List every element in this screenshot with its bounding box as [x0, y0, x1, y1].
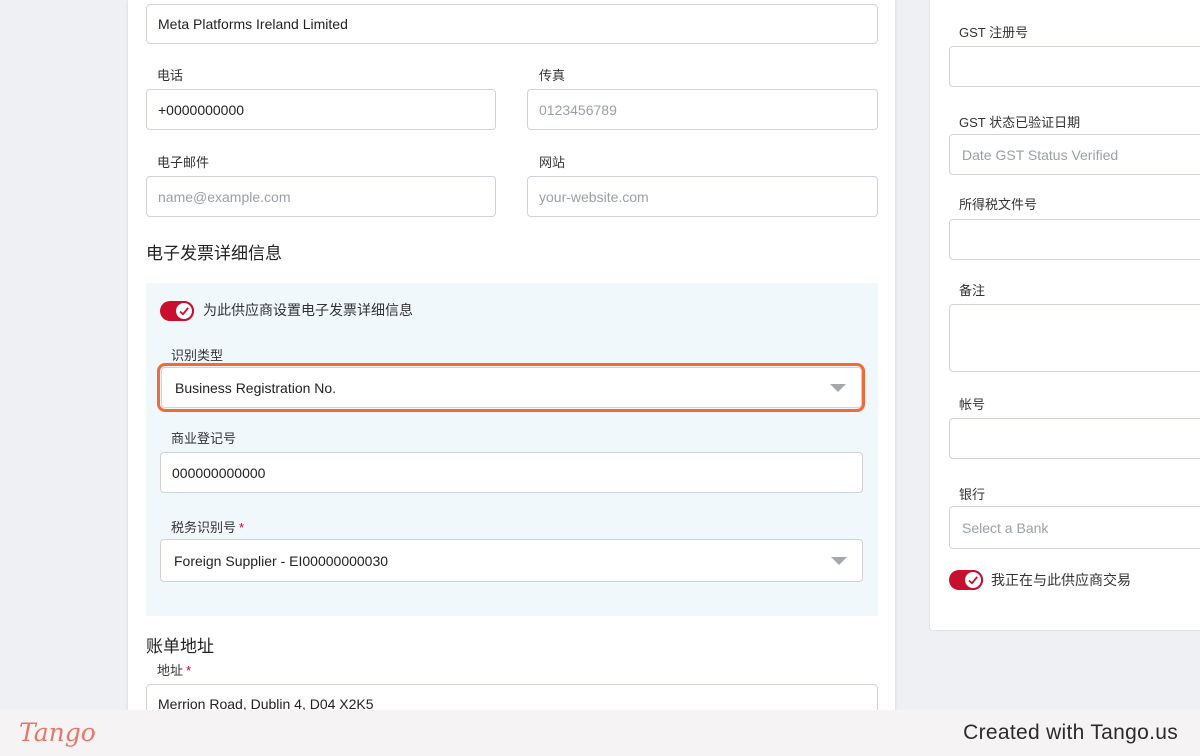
account-no-label: 帐号 — [959, 397, 986, 412]
bank-label: 银行 — [959, 487, 986, 502]
tango-footer: Tango Created with Tango.us — [0, 710, 1200, 756]
gst-reg-label: GST 注册号 — [959, 25, 1029, 40]
tango-logo: Tango — [19, 718, 96, 747]
einvoice-toggle[interactable] — [160, 301, 194, 321]
address-label: 地址 * — [157, 660, 191, 679]
required-mark: * — [186, 663, 192, 678]
phone-input[interactable]: +0000000000 — [146, 89, 496, 130]
remarks-textarea[interactable] — [949, 304, 1200, 372]
account-no-input[interactable] — [949, 418, 1200, 459]
remarks-label: 备注 — [959, 283, 986, 298]
address-label-text: 地址 — [157, 663, 184, 678]
gst-date-input[interactable]: Date GST Status Verified — [949, 134, 1200, 175]
id-type-label: 识别类型 — [171, 348, 224, 363]
gst-reg-input[interactable] — [949, 46, 1200, 87]
website-input[interactable]: your-website.com — [527, 176, 878, 217]
chevron-down-icon — [830, 383, 846, 392]
email-input[interactable]: name@example.com — [146, 176, 496, 217]
fax-label: 传真 — [539, 68, 566, 83]
chevron-down-icon — [831, 556, 847, 565]
brn-input[interactable]: 000000000000 — [160, 452, 863, 493]
gst-date-label: GST 状态已验证日期 — [959, 115, 1081, 130]
trading-toggle-label: 我正在与此供应商交易 — [991, 572, 1131, 588]
einvoice-section-title: 电子发票详细信息 — [146, 244, 282, 263]
check-icon — [174, 301, 194, 321]
trading-toggle[interactable] — [949, 570, 983, 590]
tin-value: Foreign Supplier - EI00000000030 — [174, 552, 389, 569]
einvoice-toggle-label: 为此供应商设置电子发票详细信息 — [203, 302, 413, 318]
created-with-text: Created with Tango.us — [963, 721, 1178, 744]
tin-label: 税务识别号 * — [171, 517, 244, 536]
income-tax-input[interactable] — [949, 219, 1200, 260]
id-type-select[interactable]: Business Registration No. — [161, 367, 862, 408]
email-label: 电子邮件 — [157, 155, 210, 170]
tin-label-text: 税务识别号 — [171, 520, 237, 535]
phone-label: 电话 — [157, 68, 184, 83]
tin-select[interactable]: Foreign Supplier - EI00000000030 — [160, 539, 863, 582]
brn-label: 商业登记号 — [171, 431, 237, 446]
required-mark: * — [239, 520, 245, 535]
billing-section-title: 账单地址 — [146, 637, 214, 656]
website-label: 网站 — [539, 155, 566, 170]
check-icon — [963, 570, 983, 590]
id-type-value: Business Registration No. — [175, 379, 337, 396]
company-name-input[interactable]: Meta Platforms Ireland Limited — [146, 4, 878, 44]
bank-select[interactable]: Select a Bank — [949, 506, 1200, 549]
income-tax-label: 所得税文件号 — [959, 197, 1038, 212]
fax-input[interactable]: 0123456789 — [527, 89, 878, 130]
